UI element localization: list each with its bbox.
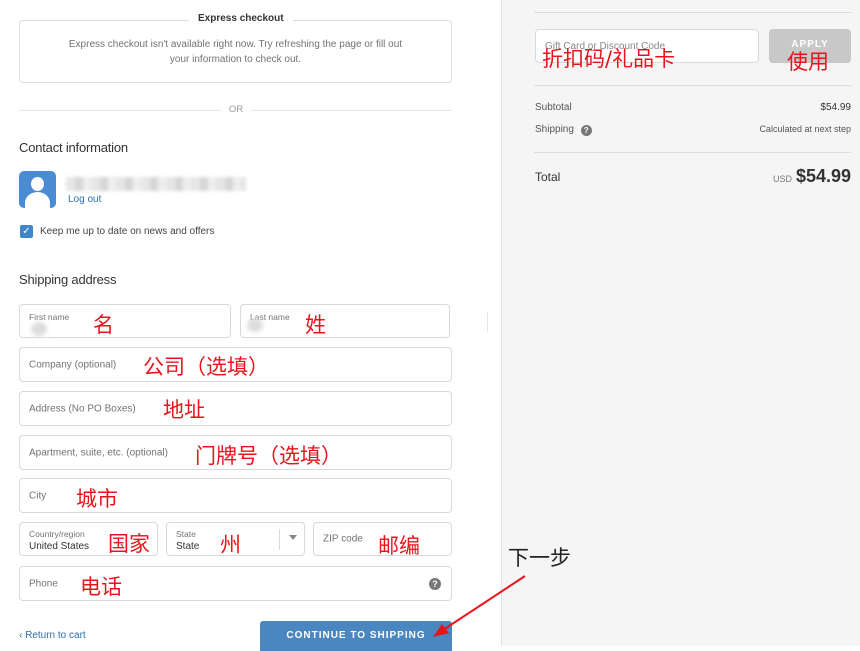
subtotal-value: $54.99 <box>820 102 851 113</box>
or-divider-left <box>19 110 221 111</box>
summary-top-divider <box>534 12 851 13</box>
express-message-line1: Express checkout isn't available right n… <box>68 39 403 50</box>
phone-placeholder: Phone <box>29 578 58 589</box>
checkout-main-panel: Express checkout Express checkout isn't … <box>0 0 500 651</box>
column-gap-mark <box>487 312 488 332</box>
city-placeholder: City <box>29 490 47 501</box>
return-to-cart-link[interactable]: ‹ Return to cart <box>19 630 86 641</box>
annotation-company: 公司（选填） <box>143 355 269 379</box>
logout-link[interactable]: Log out <box>68 194 101 205</box>
annotation-state: 州 <box>220 533 241 557</box>
address-field[interactable]: Address (No PO Boxes) <box>19 391 452 426</box>
continue-to-shipping-button[interactable]: CONTINUE TO SHIPPING <box>260 621 452 651</box>
last-name-value-blurred <box>247 318 263 332</box>
first-name-value-blurred <box>31 322 47 336</box>
contact-heading: Contact information <box>19 140 128 155</box>
first-name-field[interactable]: First name <box>19 304 231 338</box>
last-name-field[interactable]: Last name <box>240 304 450 338</box>
annotation-zip: 邮编 <box>378 534 420 558</box>
express-checkout-message: Express checkout isn't available right n… <box>19 37 452 67</box>
summary-divider-2 <box>534 152 851 153</box>
state-label: State <box>176 529 196 539</box>
express-checkout-title: Express checkout <box>189 12 293 26</box>
summary-divider-1 <box>534 85 851 86</box>
total-value: $54.99 <box>795 166 851 186</box>
help-question-icon[interactable]: ? <box>580 125 592 136</box>
country-label: Country/region <box>29 529 85 539</box>
annotation-phone: 电话 <box>80 575 122 599</box>
help-question-icon[interactable]: ? <box>429 578 441 590</box>
newsletter-checkbox[interactable]: ✓ <box>20 225 33 238</box>
annotation-country: 国家 <box>108 532 150 556</box>
express-message-line2: your information to check out. <box>169 54 302 65</box>
country-value: United States <box>29 541 90 552</box>
newsletter-label: Keep me up to date on news and offers <box>40 226 215 237</box>
annotation-address: 地址 <box>163 398 205 422</box>
apartment-placeholder: Apartment, suite, etc. (optional) <box>29 447 168 458</box>
annotation-last-name: 姓 <box>305 313 326 337</box>
blurred-email <box>66 177 246 191</box>
or-divider-text: OR <box>228 104 244 115</box>
zip-placeholder: ZIP code <box>323 533 363 545</box>
shipping-label-text: Shipping <box>535 124 574 135</box>
first-name-label: First name <box>29 312 70 322</box>
chevron-down-icon <box>289 535 297 540</box>
annotation-gift-code: 折扣码/礼品卡 <box>542 47 676 71</box>
select-divider <box>279 529 280 550</box>
shipping-value: Calculated at next step <box>759 124 851 134</box>
company-placeholder: Company (optional) <box>29 359 117 370</box>
annotation-next-step: 下一步 <box>508 546 571 570</box>
or-divider-right <box>251 110 452 111</box>
shipping-heading: Shipping address <box>19 272 117 287</box>
annotation-use: 使用 <box>787 50 829 74</box>
annotation-city: 城市 <box>76 487 118 511</box>
subtotal-label: Subtotal <box>535 102 572 113</box>
annotation-apartment: 门牌号（选填） <box>195 444 342 468</box>
state-value: State <box>176 541 200 552</box>
annotation-first-name: 名 <box>93 313 114 337</box>
total-currency: USD <box>773 174 793 184</box>
user-avatar-icon <box>19 171 56 208</box>
shipping-label: Shipping ? <box>535 124 592 136</box>
checkbox-check-icon: ✓ <box>22 226 31 237</box>
total-label: Total <box>535 170 561 184</box>
address-placeholder: Address (No PO Boxes) <box>29 403 136 414</box>
